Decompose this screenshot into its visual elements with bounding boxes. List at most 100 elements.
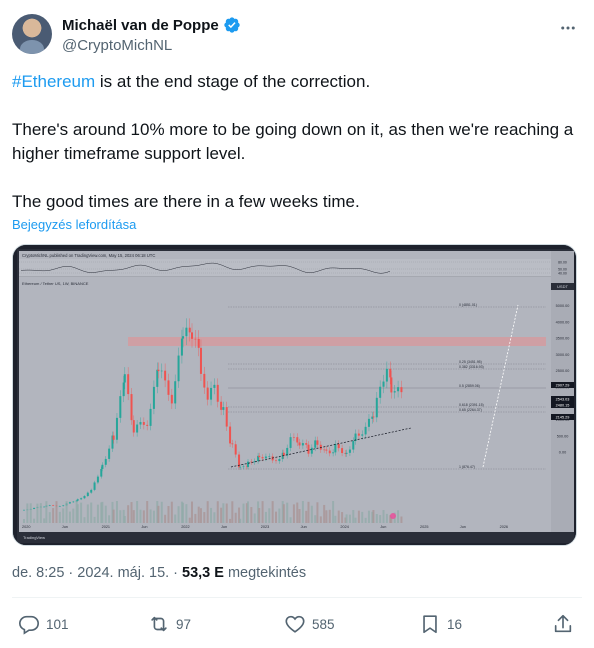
volume-bar (83, 517, 86, 523)
candle-body (80, 498, 83, 500)
candle-body (352, 441, 355, 450)
price-tag-label: 2145.29 (556, 416, 570, 420)
candle-body (348, 449, 351, 453)
volume-bar (29, 503, 32, 523)
candle-body (210, 387, 213, 400)
volume-bar (354, 517, 357, 523)
candle-body (127, 374, 130, 395)
candle-body (130, 394, 133, 421)
currency-label: USDT (557, 284, 568, 289)
volume-bar (289, 517, 292, 523)
reply-button[interactable]: 101 (18, 610, 69, 638)
post-header: Michaël van de Poppe @CryptoMichNL (12, 12, 582, 56)
action-bar: 101 97 585 16 (12, 610, 582, 638)
chart-image[interactable]: CryptoMichNL published on TradingView.co… (12, 244, 577, 546)
resistance-zone (128, 337, 546, 346)
candle-body (139, 422, 142, 425)
more-options-icon[interactable] (558, 18, 578, 38)
post-date[interactable]: 2024. máj. 15. (77, 565, 169, 581)
repost-button[interactable]: 97 (148, 610, 191, 638)
time-tick-label: 2024 (340, 525, 348, 529)
share-button[interactable] (552, 610, 574, 638)
repost-count: 97 (176, 616, 192, 632)
volume-bar (361, 511, 364, 523)
candle-body (136, 424, 139, 433)
volume-bar (385, 513, 388, 523)
candle-body (48, 505, 51, 506)
volume-bar (182, 502, 185, 523)
volume-bar (298, 509, 301, 523)
views-count: 53,3 E (182, 565, 224, 581)
display-name[interactable]: Michaël van de Poppe (62, 17, 219, 34)
candle-body (149, 408, 152, 426)
avatar[interactable] (12, 14, 52, 54)
volume-bar (39, 503, 42, 523)
bookmark-icon (423, 615, 437, 634)
candle-body (164, 370, 167, 381)
price-tick-label: 0.00 (559, 451, 566, 455)
volume-bar (127, 505, 130, 523)
time-tick-label: 2025 (420, 525, 428, 529)
candle-body (261, 457, 264, 459)
post-time[interactable]: de. 8:25 (12, 565, 64, 581)
volume-bar (36, 503, 39, 523)
time-tick-label: Jun (62, 525, 68, 529)
volume-bar (310, 505, 313, 523)
volume-bar (271, 501, 274, 523)
candle-body (289, 437, 292, 448)
handle[interactable]: @CryptoMichNL (62, 37, 241, 54)
translate-link[interactable]: Bejegyzés lefordítása (12, 217, 136, 232)
volume-bar (357, 510, 360, 523)
volume-bar (341, 512, 344, 523)
hashtag-link[interactable]: #Ethereum (12, 72, 95, 91)
candle-body (142, 422, 145, 425)
candle-body (170, 394, 173, 404)
volume-bar (185, 504, 188, 523)
volume-bar (278, 508, 281, 523)
candle-body (242, 466, 245, 468)
views-label: megtekintés (227, 565, 307, 581)
candle-body (375, 397, 378, 418)
volume-bar (225, 503, 228, 523)
like-button[interactable]: 585 (284, 610, 335, 638)
volume-bar (43, 518, 46, 523)
volume-bar (307, 501, 310, 523)
candle-body (213, 384, 216, 388)
volume-bar (164, 514, 167, 523)
candle-body (108, 448, 111, 459)
volume-bar (328, 509, 331, 523)
volume-bar (292, 504, 295, 523)
volume-bar (220, 507, 223, 523)
candle-body (397, 387, 400, 392)
volume-bar (305, 510, 308, 523)
volume-bar (206, 501, 209, 523)
candle-body (115, 417, 118, 440)
like-count: 585 (312, 616, 335, 632)
volume-bar (337, 510, 340, 523)
candle-body (206, 387, 209, 400)
candle-body (301, 443, 304, 446)
candle-body (194, 338, 197, 340)
candle-body (307, 444, 310, 454)
candle-body (112, 435, 115, 440)
volume-bar (130, 502, 133, 523)
volume-bar (332, 501, 335, 523)
candle-body (52, 505, 55, 506)
bookmark-button[interactable]: 16 (419, 610, 462, 638)
volume-bar (101, 501, 104, 523)
post-line-1: is at the end stage of the correction. (95, 72, 371, 91)
fib-label: 0.25 (3451.95) (459, 360, 482, 364)
candle-body (316, 440, 319, 445)
candle-body (292, 437, 295, 438)
candle-body (83, 496, 86, 499)
chart-header-text: CryptoMichNL published on TradingView.co… (22, 253, 155, 258)
candle-body (393, 391, 396, 393)
fib-label: 0 (4851.01) (459, 303, 477, 307)
time-tick-label: 2026 (500, 525, 508, 529)
volume-bar (372, 510, 375, 523)
volume-bar (76, 504, 79, 523)
volume-bar (379, 515, 382, 523)
candle-body (247, 461, 249, 468)
candle-body (72, 501, 75, 503)
tradingview-logo: TradingView (23, 535, 45, 540)
